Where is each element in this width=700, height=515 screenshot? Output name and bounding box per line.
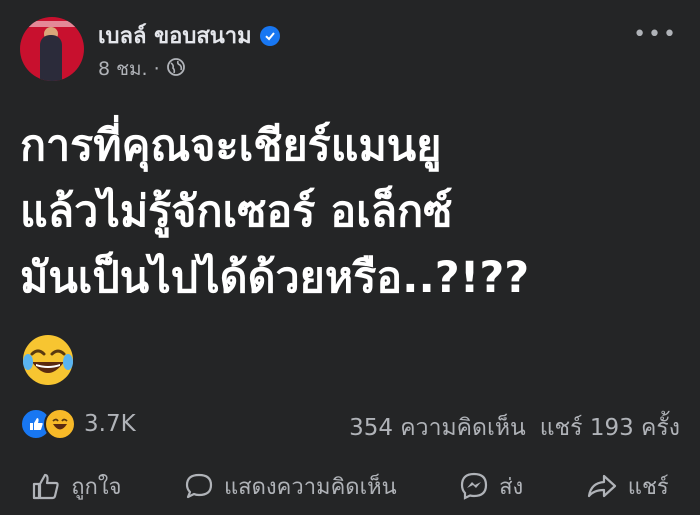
thumbs-up-icon	[31, 471, 61, 501]
post-meta: 8 ชม. ·	[98, 54, 186, 84]
engagement-counts: 354 ความคิดเห็น แชร์ 193 ครั้ง	[349, 410, 680, 446]
laughing-emoji-icon	[20, 332, 76, 388]
share-label: แชร์	[627, 474, 669, 500]
reaction-stats: 3.7K 354 ความคิดเห็น แชร์ 193 ครั้ง	[20, 408, 680, 444]
author-name[interactable]: เบลล์ ขอบสนาม	[98, 18, 252, 53]
post-text: การที่คุณจะเชียร์แมนยู แล้วไม่รู้จักเซอร…	[20, 121, 530, 303]
share-arrow-icon	[586, 471, 618, 501]
action-bar: ถูกใจ แสดงความคิดเห็น ส่ง แชร์	[0, 462, 700, 510]
like-button[interactable]: ถูกใจ	[31, 469, 122, 504]
author-row: เบลล์ ขอบสนาม	[98, 18, 280, 53]
post-header: เบลล์ ขอบสนาม 8 ชม. · •••	[18, 14, 682, 84]
post-time[interactable]: 8 ชม.	[98, 54, 148, 84]
meta-separator: ·	[153, 58, 160, 80]
comment-count[interactable]: 354 ความคิดเห็น	[349, 410, 526, 446]
reaction-summary[interactable]: 3.7K	[20, 408, 136, 440]
reaction-count: 3.7K	[84, 411, 136, 437]
share-button[interactable]: แชร์	[586, 469, 669, 504]
haha-reaction-icon	[44, 408, 76, 440]
avatar[interactable]	[20, 17, 84, 81]
more-icon[interactable]: •••	[633, 22, 678, 47]
verified-badge-icon	[259, 25, 280, 46]
like-label: ถูกใจ	[71, 474, 122, 500]
comment-button[interactable]: แสดงความคิดเห็น	[184, 469, 397, 504]
globe-icon	[166, 57, 186, 82]
messenger-icon	[459, 471, 489, 501]
avatar-figure	[40, 35, 62, 81]
share-count[interactable]: แชร์ 193 ครั้ง	[540, 410, 680, 446]
send-label: ส่ง	[499, 474, 524, 500]
send-button[interactable]: ส่ง	[459, 469, 523, 504]
comment-label: แสดงความคิดเห็น	[224, 474, 397, 500]
comment-bubble-icon	[184, 471, 214, 501]
